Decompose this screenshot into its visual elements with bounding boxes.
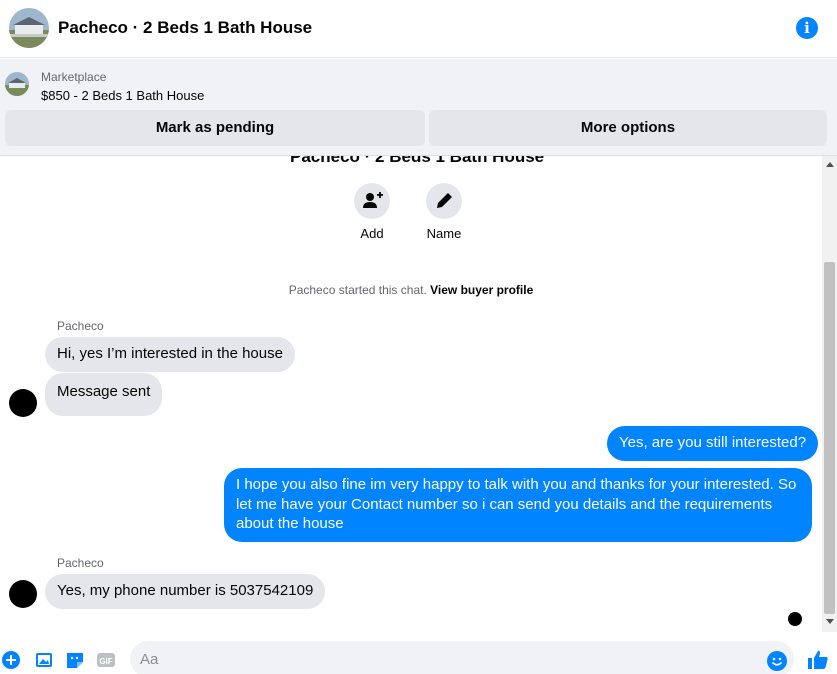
sticker-icon[interactable] bbox=[65, 650, 85, 670]
thumbs-up-icon[interactable] bbox=[806, 648, 830, 672]
sender-avatar[interactable] bbox=[9, 580, 37, 608]
gif-label: GIF bbox=[99, 657, 112, 666]
marketplace-bar: Marketplace $850 - 2 Beds 1 Bath House M… bbox=[0, 59, 837, 156]
outgoing-message[interactable]: I hope you also fine im very happy to ta… bbox=[224, 468, 812, 542]
message-sender: Pacheco bbox=[57, 556, 104, 570]
add-action[interactable]: Add bbox=[342, 183, 402, 241]
thread-scrollbar[interactable] bbox=[822, 156, 837, 632]
emoji-icon[interactable] bbox=[767, 651, 787, 671]
pencil-icon bbox=[426, 183, 462, 219]
gif-icon[interactable]: GIF bbox=[96, 650, 116, 670]
marketplace-label: Marketplace bbox=[41, 70, 107, 84]
sender-avatar[interactable] bbox=[9, 389, 37, 417]
plus-icon[interactable] bbox=[1, 650, 21, 670]
scroll-up-arrow[interactable] bbox=[826, 162, 834, 167]
more-options-button[interactable]: More options bbox=[429, 110, 827, 146]
conversation-title: Pacheco · 2 Beds 1 Bath House bbox=[58, 18, 313, 37]
listing-thumbnail[interactable] bbox=[5, 72, 29, 96]
name-label: Name bbox=[426, 226, 462, 241]
incoming-message[interactable]: Message sent bbox=[45, 373, 163, 416]
add-label: Add bbox=[360, 226, 384, 241]
outgoing-message[interactable]: Yes, are you still interested? bbox=[607, 426, 819, 461]
conversation-header: Pacheco · 2 Beds 1 Bath House i bbox=[0, 0, 837, 58]
scroll-down-arrow[interactable] bbox=[826, 619, 834, 624]
message-input[interactable] bbox=[130, 641, 794, 674]
seen-indicator bbox=[788, 612, 802, 626]
incoming-message[interactable]: Yes, my phone number is 5037542109 bbox=[45, 574, 326, 609]
mark-as-pending-button[interactable]: Mark as pending bbox=[5, 110, 425, 146]
view-buyer-profile-link[interactable]: View buyer profile bbox=[430, 283, 533, 297]
name-action[interactable]: Name bbox=[414, 183, 474, 241]
photo-icon[interactable] bbox=[34, 650, 54, 670]
scrollbar-thumb[interactable] bbox=[824, 262, 835, 614]
chat-started-notice: Pacheco started this chat. View buyer pr… bbox=[0, 283, 822, 297]
message-sender: Pacheco bbox=[57, 319, 104, 333]
listing-avatar[interactable] bbox=[9, 8, 49, 48]
info-icon[interactable]: i bbox=[796, 17, 818, 39]
message-thread: Pacheco · 2 Beds 1 Bath House Add Name P… bbox=[0, 156, 822, 632]
chat-started-text: Pacheco started this chat. bbox=[288, 283, 427, 297]
thread-title: Pacheco · 2 Beds 1 Bath House bbox=[290, 156, 545, 166]
add-person-icon bbox=[354, 183, 390, 219]
message-composer: GIF bbox=[0, 632, 837, 674]
listing-title[interactable]: $850 - 2 Beds 1 Bath House bbox=[41, 88, 204, 103]
incoming-message[interactable]: Hi, yes I’m interested in the house bbox=[45, 337, 295, 372]
